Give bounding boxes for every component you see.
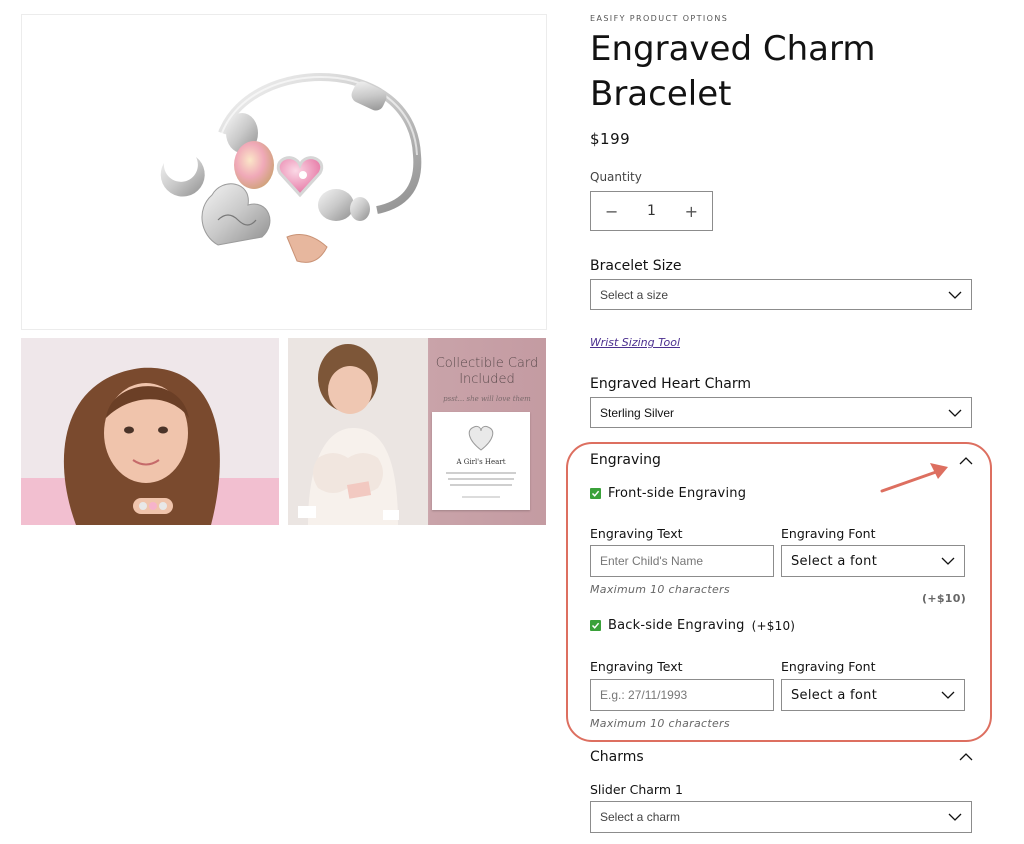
front-engraving-text-input-wrap (590, 545, 774, 577)
quantity-decrease-button[interactable]: − (605, 202, 618, 221)
back-engraving-price: (+$10) (751, 618, 796, 633)
back-engraving-checkbox[interactable] (590, 620, 601, 631)
front-engraving-font-value: Select a font (791, 553, 878, 569)
engraving-section-title: Engraving (590, 452, 661, 468)
bracelet-image (160, 73, 422, 263)
chevron-down-icon (941, 691, 955, 699)
back-engraving-font-label: Engraving Font (781, 659, 876, 674)
front-engraving-font-select[interactable]: Select a font (781, 545, 965, 577)
card-paper-title: A Girl's Heart (456, 458, 506, 466)
product-thumbnail-card[interactable]: Collectible Card Included psst... she wi… (288, 338, 546, 525)
chevron-down-icon (948, 291, 962, 299)
charms-section-title: Charms (590, 749, 644, 765)
front-engraving-checkbox[interactable] (590, 488, 601, 499)
product-title: Engraved Charm Bracelet (590, 29, 876, 114)
front-engraving-label: Front-side Engraving (608, 486, 747, 501)
slider-charm-1-label: Slider Charm 1 (590, 782, 683, 797)
quantity-increase-button[interactable]: + (685, 202, 698, 221)
quantity-label: Quantity (590, 170, 642, 184)
product-price: $199 (590, 130, 631, 148)
back-engraving-hint: Maximum 10 characters (590, 717, 730, 730)
front-engraving-font-label: Engraving Font (781, 526, 876, 541)
heart-charm-select[interactable]: Sterling Silver (590, 397, 972, 428)
bracelet-size-select[interactable]: Select a size (590, 279, 972, 310)
product-thumbnail-girl[interactable] (21, 338, 279, 525)
card-text-line (446, 472, 516, 474)
card-text-line (450, 484, 512, 486)
heart-charm-label: Engraved Heart Charm (590, 376, 751, 392)
back-engraving-font-value: Select a font (791, 687, 878, 703)
bracelet-size-value: Select a size (600, 287, 669, 302)
collectible-card: A Girl's Heart (432, 412, 530, 510)
collapse-engraving-icon[interactable] (959, 457, 973, 465)
slider-charm-1-select[interactable]: Select a charm (590, 801, 972, 833)
checkmark-icon (591, 622, 600, 629)
girl-photo (21, 338, 279, 525)
front-engraving-text-input[interactable] (591, 546, 773, 576)
front-engraving-text-label: Engraving Text (590, 526, 683, 541)
checkmark-icon (591, 490, 600, 497)
back-engraving-text-input-wrap (590, 679, 774, 711)
product-main-image[interactable] (21, 14, 547, 330)
back-engraving-label: Back-side Engraving (608, 618, 745, 633)
card-text-line (462, 496, 500, 498)
annotation-arrow-icon (880, 463, 948, 493)
quantity-stepper: − 1 + (590, 191, 713, 231)
girl-with-card-photo (288, 338, 428, 525)
back-engraving-text-label: Engraving Text (590, 659, 683, 674)
slider-charm-1-value: Select a charm (600, 810, 681, 824)
chevron-down-icon (948, 813, 962, 821)
card-promo-subtitle: psst... she will love them (443, 395, 531, 403)
vendor-label: EASIFY PRODUCT OPTIONS (590, 14, 729, 23)
wrist-sizing-tool-link[interactable]: Wrist Sizing Tool (590, 336, 680, 349)
back-engraving-option: Back-side Engraving (+$10) (590, 618, 795, 633)
front-engraving-hint: Maximum 10 characters (590, 583, 730, 596)
back-engraving-text-input[interactable] (591, 680, 773, 710)
bracelet-size-label: Bracelet Size (590, 258, 682, 274)
heart-charm-value: Sterling Silver (600, 405, 675, 420)
card-promo-title: Collectible Card Included (435, 356, 539, 387)
back-engraving-font-select[interactable]: Select a font (781, 679, 965, 711)
heart-tag-icon (468, 425, 494, 451)
engraving-price-addon: (+$10) (922, 592, 967, 605)
collapse-charms-icon[interactable] (959, 753, 973, 761)
front-engraving-option: Front-side Engraving (590, 486, 746, 501)
card-text-line (448, 478, 514, 480)
chevron-down-icon (941, 557, 955, 565)
chevron-down-icon (948, 409, 962, 417)
quantity-value[interactable]: 1 (647, 203, 656, 219)
